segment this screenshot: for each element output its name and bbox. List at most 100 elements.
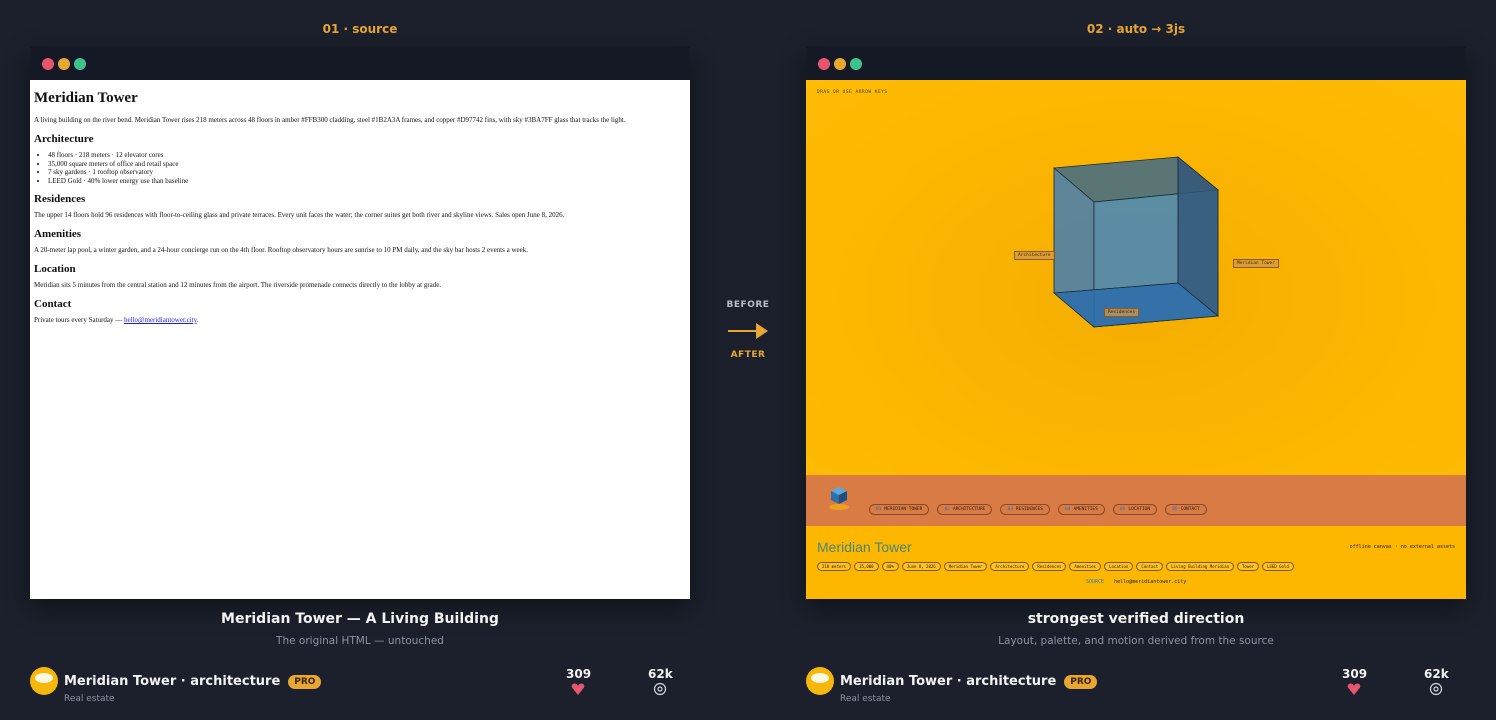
eye-icon xyxy=(1429,682,1443,696)
close-dot-icon[interactable] xyxy=(818,58,830,70)
list-item: 35,000 square meters of office and retai… xyxy=(48,160,686,169)
source-document: Meridian Tower A living building on the … xyxy=(30,80,690,599)
doc-contact-paragraph: Private tours every Saturday — hello@mer… xyxy=(34,316,686,325)
minimize-dot-icon[interactable] xyxy=(834,58,846,70)
footer-email-link[interactable]: hello@meridiantower.city xyxy=(1114,579,1186,585)
keyword-chip[interactable]: Tower xyxy=(1237,562,1260,571)
list-item: 48 floors · 218 meters · 12 elevator cor… xyxy=(48,151,686,160)
nav-item-meridian-tower[interactable]: 01 MERIDIAN TOWER xyxy=(869,504,930,515)
doc-contact-title: Contact xyxy=(34,298,72,310)
nav-item-amenities[interactable]: 04 AMENITIES xyxy=(1058,504,1105,515)
source-subcaption: The original HTML — untouched xyxy=(276,635,444,647)
views-stat[interactable]: 62k xyxy=(648,667,673,700)
doc-residences-text: The upper 14 floors hold 96 residences w… xyxy=(34,211,565,219)
nav-item-architecture[interactable]: 02 ARCHITECTURE xyxy=(937,504,993,515)
keyword-chip[interactable]: 218 meters xyxy=(817,562,852,571)
nav-num: 04 xyxy=(1065,507,1071,512)
list-item: 7 sky gardens · 1 rooftop observatory xyxy=(48,168,686,177)
architecture-list: 48 floors · 218 meters · 12 elevator cor… xyxy=(34,151,686,185)
nav-label: LOCATION xyxy=(1128,507,1151,512)
doc-architecture-title: Architecture xyxy=(34,133,94,145)
views-stat[interactable]: 62k xyxy=(1424,667,1449,700)
window-controls xyxy=(818,55,866,74)
doc-contact-text: Private tours every Saturday — xyxy=(34,316,125,324)
minimize-dot-icon[interactable] xyxy=(58,58,70,70)
views-count: 62k xyxy=(1424,667,1449,681)
keyword-chip[interactable]: Location xyxy=(1104,562,1134,571)
close-dot-icon[interactable] xyxy=(42,58,54,70)
keyword-chip[interactable]: LEED Gold xyxy=(1262,562,1294,571)
cube-model[interactable] xyxy=(806,80,1466,475)
heart-icon xyxy=(571,683,585,695)
before-after-indicator: BEFORE AFTER xyxy=(700,300,796,400)
result-subcaption: Layout, palette, and motion derived from… xyxy=(998,635,1274,647)
nav-band: 01 MERIDIAN TOWER 02 ARCHITECTURE 03 RESIDE… xyxy=(806,475,1466,526)
architecture-label[interactable]: Architecture xyxy=(1014,251,1055,260)
source-line: SOURCE hello@meridiantower.city xyxy=(1086,579,1186,585)
keyword-chip[interactable]: Amenities xyxy=(1069,562,1102,571)
nav-num: 01 xyxy=(876,507,882,512)
likes-stat[interactable]: 309 xyxy=(566,667,592,700)
nav-num: 05 xyxy=(1120,507,1126,512)
doc-location-title: Location xyxy=(34,263,76,275)
source-link[interactable]: SOURCE xyxy=(1086,579,1104,585)
keyword-chip[interactable]: Architecture xyxy=(990,562,1030,571)
author-name-text: Meridian Tower · architecture xyxy=(64,674,281,689)
heart-icon xyxy=(1347,683,1361,695)
eye-icon xyxy=(653,682,667,696)
nav-list: 01 MERIDIAN TOWER 02 ARCHITECTURE 03 RESIDE… xyxy=(869,495,1210,515)
keyword-chip[interactable]: 40% xyxy=(881,562,899,571)
source-heading: 01 · source xyxy=(322,22,398,36)
keyword-chips: 218 meters 35,000 40% June 8, 2026 Meridian … xyxy=(817,553,1297,572)
nav-item-location[interactable]: 05 LOCATION xyxy=(1113,504,1158,515)
likes-count: 309 xyxy=(566,667,592,681)
author-name-text: Meridian Tower · architecture xyxy=(840,674,1057,689)
doc-amenities-text: A 20-meter lap pool, a winter garden, an… xyxy=(34,246,528,254)
doc-location-text: Meridian sits 5 minutes from the central… xyxy=(34,281,442,289)
keyword-chip[interactable]: Meridian Tower xyxy=(943,562,988,571)
3d-canvas[interactable]: DRAG OR USE ARROW KEYS Architecture Meri… xyxy=(806,80,1466,475)
nav-num: 02 xyxy=(944,507,950,512)
doc-amenities-title: Amenities xyxy=(34,228,82,240)
keyword-chip[interactable]: Living Building Meridian xyxy=(1166,562,1235,571)
residences-label[interactable]: Residences xyxy=(1104,308,1140,317)
nav-label: ARCHITECTURE xyxy=(952,507,986,512)
author-category: Real estate xyxy=(64,694,115,704)
maximize-dot-icon[interactable] xyxy=(850,58,862,70)
nav-label: RESIDENCES xyxy=(1015,507,1043,512)
before-label: BEFORE xyxy=(726,300,770,310)
nav-label: CONTACT xyxy=(1180,507,1200,512)
avatar[interactable] xyxy=(30,667,58,695)
keyword-chip[interactable]: Contact xyxy=(1136,562,1164,571)
tower-label[interactable]: Meridian Tower xyxy=(1233,259,1279,268)
result-screen: DRAG OR USE ARROW KEYS Architecture Meri… xyxy=(806,80,1466,599)
cube-logo-icon[interactable] xyxy=(828,485,850,511)
result-window: DRAG OR USE ARROW KEYS Architecture Meri… xyxy=(806,46,1466,599)
result-caption: strongest verified direction xyxy=(1027,611,1245,627)
keyword-chip[interactable]: Residences xyxy=(1032,562,1067,571)
author-category: Real estate xyxy=(840,694,891,704)
pro-badge: PRO xyxy=(1064,674,1098,689)
likes-stat[interactable]: 309 xyxy=(1342,667,1367,700)
after-label: AFTER xyxy=(730,350,766,360)
nav-item-contact[interactable]: 06 CONTACT xyxy=(1165,504,1207,515)
doc-contact-end: . xyxy=(196,316,199,324)
nav-item-residences[interactable]: 03 RESIDENCES xyxy=(1000,504,1050,515)
avatar[interactable] xyxy=(806,667,834,695)
source-window: Meridian Tower A living building on the … xyxy=(30,46,690,599)
nav-label: AMENITIES xyxy=(1073,507,1098,512)
keyword-chip[interactable]: June 8, 2026 xyxy=(901,562,941,571)
result-heading: 02 · auto → 3js xyxy=(1086,22,1186,36)
window-controls xyxy=(42,55,90,74)
nav-num: 06 xyxy=(1172,507,1178,512)
author-name[interactable]: Meridian Tower · architecture PRO xyxy=(64,674,322,689)
contact-email-link[interactable]: hello@meridiantower.city xyxy=(124,316,197,324)
author-name[interactable]: Meridian Tower · architecture PRO xyxy=(840,674,1098,689)
doc-title: Meridian Tower xyxy=(34,90,138,106)
author-row: Meridian Tower · architecture PRO Real es… xyxy=(30,667,690,707)
keyword-chip[interactable]: 35,000 xyxy=(854,562,879,571)
doc-residences-title: Residences xyxy=(34,193,86,205)
maximize-dot-icon[interactable] xyxy=(74,58,86,70)
list-item: LEED Gold · 40% lower energy use than ba… xyxy=(48,177,686,186)
source-caption: Meridian Tower — A Living Building xyxy=(221,611,499,627)
